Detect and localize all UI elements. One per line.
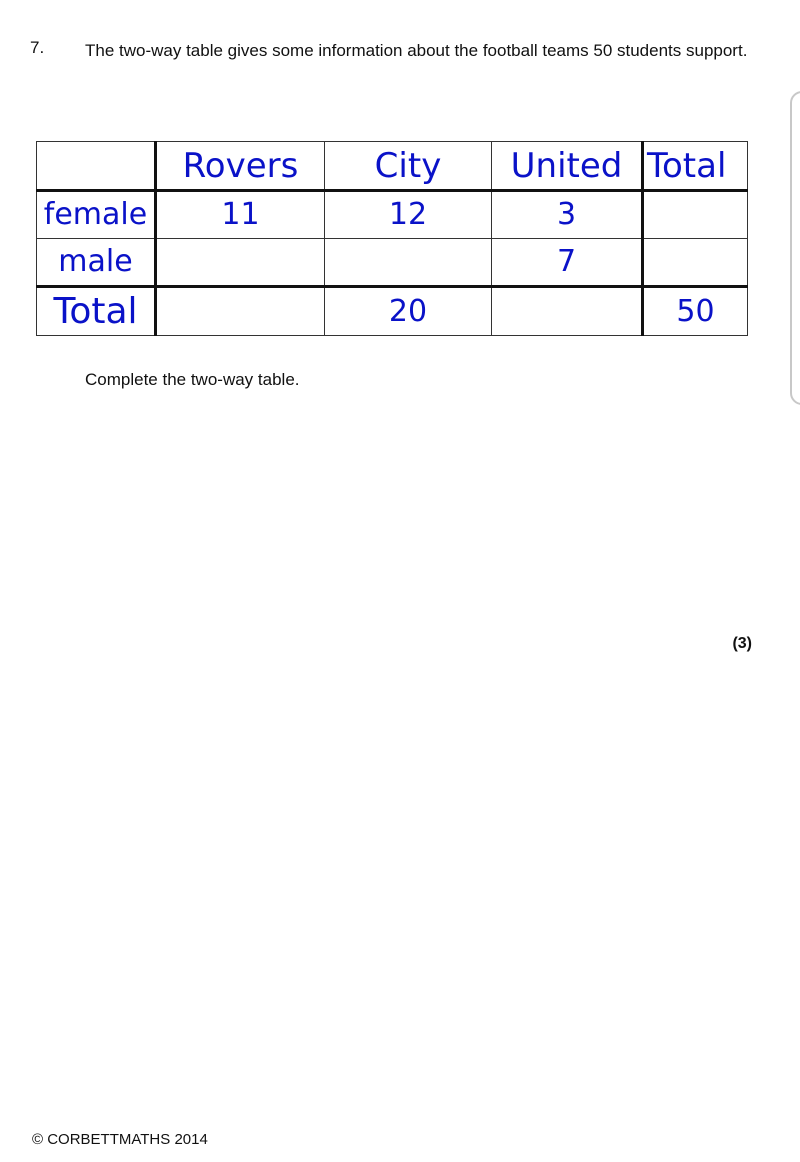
cell-male-total[interactable] [641, 238, 748, 287]
cell-male-city[interactable] [324, 238, 492, 287]
table-corner-cell [36, 141, 157, 192]
question-text: The two-way table gives some information… [85, 41, 748, 60]
cell-total-total[interactable]: 50 [641, 285, 748, 336]
two-way-table: Rovers City United Total female 11 12 3 … [36, 141, 748, 336]
instruction-text: Complete the two-way table. [85, 370, 300, 389]
row-label-total: Total [36, 285, 157, 336]
cell-male-united[interactable]: 7 [491, 238, 643, 287]
table-row-male: male 7 [36, 238, 748, 287]
cell-female-total[interactable] [641, 190, 748, 239]
column-header-city: City [324, 141, 492, 192]
cell-total-rovers[interactable] [155, 285, 325, 336]
column-header-total: Total [641, 141, 748, 192]
column-header-rovers: Rovers [155, 141, 325, 192]
cell-female-united[interactable]: 3 [491, 190, 643, 239]
question-number: 7. [30, 38, 45, 57]
cell-total-city[interactable]: 20 [324, 285, 492, 336]
side-panel-handle[interactable] [790, 91, 800, 405]
column-header-united: United [491, 141, 643, 192]
row-label-female: female [36, 190, 157, 239]
copyright-footer: © CORBETTMATHS 2014 [32, 1131, 208, 1148]
cell-female-city[interactable]: 12 [324, 190, 492, 239]
row-label-male: male [36, 238, 157, 287]
table-row-total: Total 20 50 [36, 285, 748, 336]
marks-label: (3) [732, 635, 752, 652]
cell-male-rovers[interactable] [155, 238, 325, 287]
cell-female-rovers[interactable]: 11 [155, 190, 325, 239]
table-header-row: Rovers City United Total [36, 141, 748, 192]
table-row-female: female 11 12 3 [36, 190, 748, 239]
two-way-table-grid: Rovers City United Total female 11 12 3 … [36, 141, 748, 336]
cell-total-united[interactable] [491, 285, 643, 336]
